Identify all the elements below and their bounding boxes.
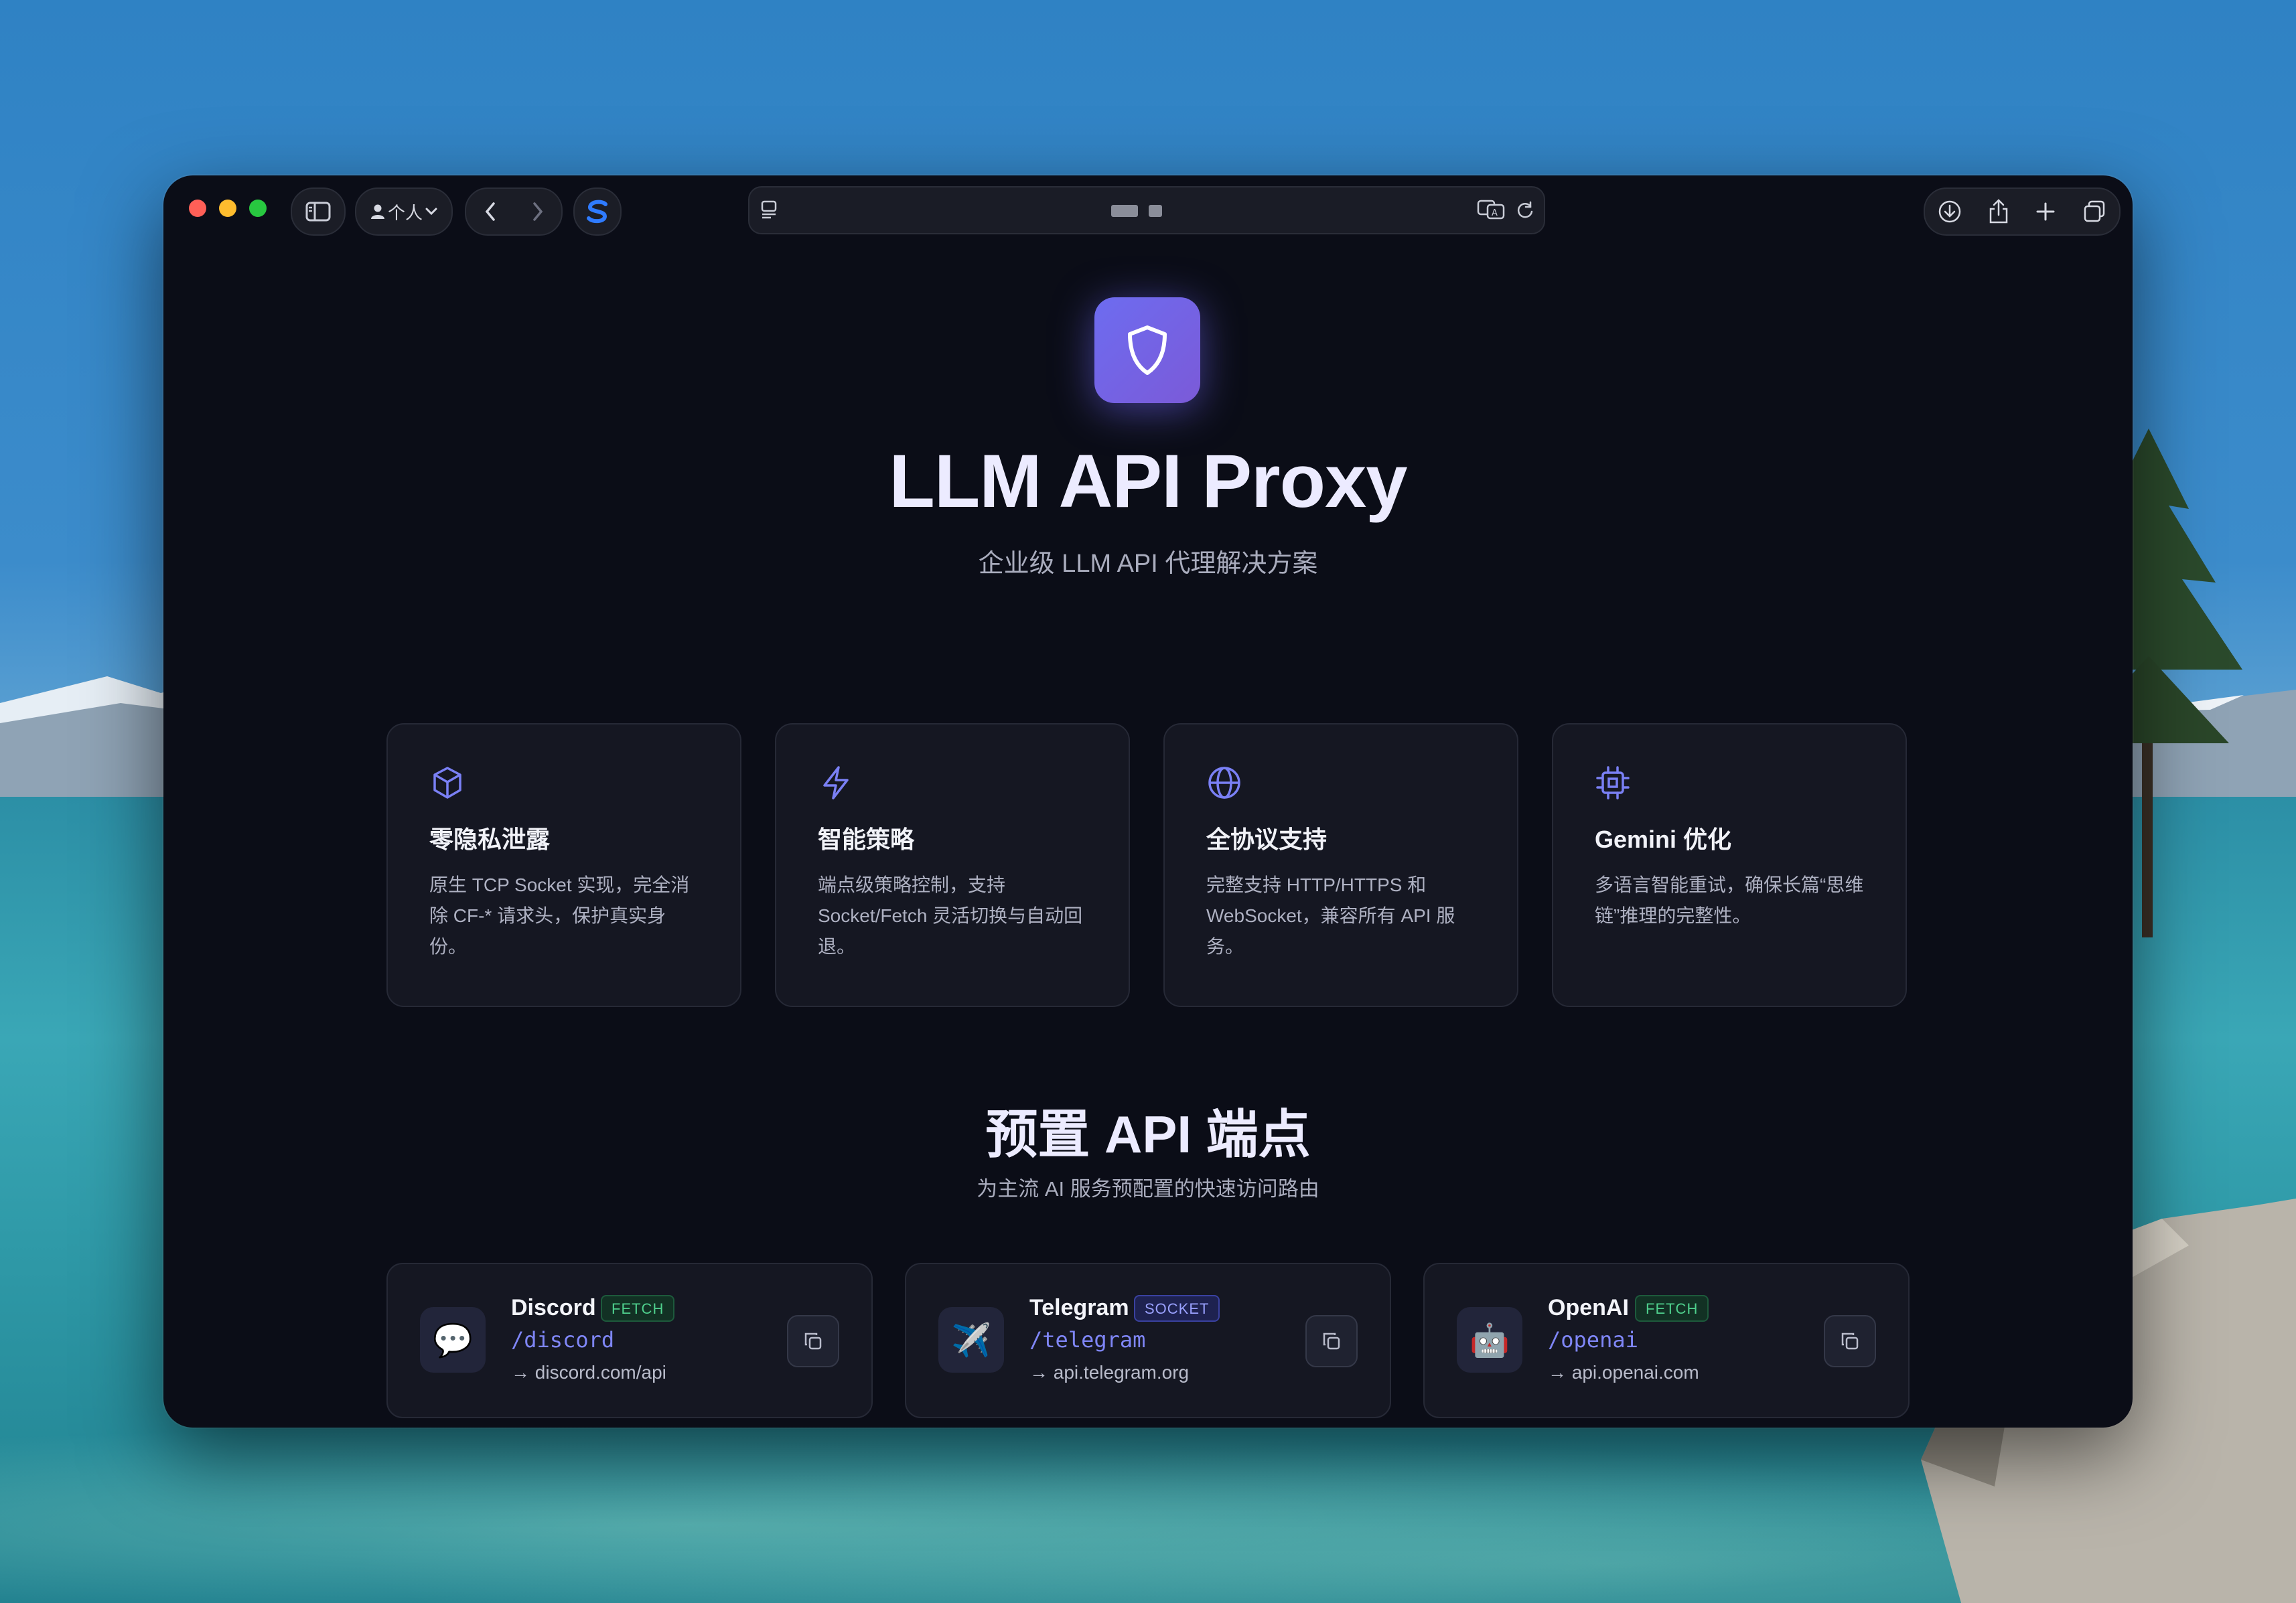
method-badge: SOCKET	[1134, 1295, 1220, 1322]
endpoint-name: Telegram	[1029, 1295, 1129, 1320]
profile-menu-button[interactable]: 个人	[355, 187, 453, 236]
feature-card-gemini: Gemini 优化 多语言智能重试，确保长篇“思维链”推理的完整性。	[1552, 723, 1907, 1007]
endpoint-path: /telegram	[1029, 1327, 1146, 1353]
address-bar[interactable]: A	[748, 186, 1545, 234]
app-logo	[1094, 297, 1200, 403]
toolbar-right-group	[1924, 187, 2121, 236]
feature-description: 多语言智能重试，确保长篇“思维链”推理的完整性。	[1595, 874, 1864, 926]
browser-toolbar: 个人 A	[163, 175, 2133, 242]
copy-button[interactable]	[787, 1315, 839, 1367]
download-icon[interactable]	[1938, 200, 1962, 224]
feature-description: 端点级策略控制，支持 Socket/Fetch 灵活切换与自动回退。	[818, 874, 1083, 957]
globe-icon	[1208, 767, 1240, 799]
forward-arrow-icon[interactable]	[531, 201, 545, 222]
reload-icon[interactable]	[1516, 201, 1534, 220]
feature-card-privacy: 零隐私泄露 原生 TCP Socket 实现，完全消除 CF-* 请求头，保护真…	[386, 723, 741, 1007]
feature-description: 完整支持 HTTP/HTTPS 和 WebSocket，兼容所有 API 服务。	[1206, 874, 1455, 957]
lightning-icon	[823, 766, 849, 799]
browser-window: 个人 A LLM API Proxy 企业级 LLM API 代理解决方案 零隐…	[163, 175, 2133, 1428]
method-badge: FETCH	[601, 1295, 675, 1322]
svg-text:A: A	[1492, 208, 1498, 218]
cube-icon	[433, 767, 461, 799]
feature-description: 原生 TCP Socket 实现，完全消除 CF-* 请求头，保护真实身份。	[429, 874, 690, 957]
feature-card-strategy: 智能策略 端点级策略控制，支持 Socket/Fetch 灵活切换与自动回退。	[775, 723, 1130, 1007]
profile-label: 个人	[387, 202, 423, 223]
redacted-url	[1111, 205, 1162, 217]
sidebar-toggle-button[interactable]	[291, 187, 346, 236]
page-subtitle: 企业级 LLM API 代理解决方案	[978, 550, 1318, 578]
feature-title: 全协议支持	[1206, 826, 1328, 853]
endpoint-path: /discord	[511, 1327, 615, 1353]
extension-s-icon	[587, 200, 607, 224]
endpoint-name: Discord	[511, 1295, 596, 1320]
feature-card-protocols: 全协议支持 完整支持 HTTP/HTTPS 和 WebSocket，兼容所有 A…	[1163, 723, 1518, 1007]
section-subtitle: 为主流 AI 服务预配置的快速访问路由	[977, 1177, 1319, 1201]
copy-icon	[1841, 1332, 1859, 1350]
endpoint-card-discord[interactable]: 💬 Discord FETCH /discord → discord.com/a…	[386, 1263, 873, 1418]
feature-title: 零隐私泄露	[429, 826, 551, 853]
history-nav	[465, 187, 563, 236]
feature-title: 智能策略	[818, 826, 915, 853]
share-icon[interactable]	[1988, 199, 2009, 224]
method-badge: FETCH	[1635, 1295, 1709, 1322]
minimize-window-button[interactable]	[219, 200, 236, 217]
endpoint-path: /openai	[1548, 1327, 1638, 1353]
endpoint-card-openai[interactable]: 🤖 OpenAI FETCH /openai → api.openai.com	[1423, 1263, 1910, 1418]
tab-overview-icon[interactable]	[2082, 200, 2106, 224]
shield-icon	[1128, 325, 1167, 375]
person-icon	[370, 204, 384, 219]
zoom-window-button[interactable]	[249, 200, 267, 217]
robot-icon: 🤖	[1457, 1307, 1522, 1373]
sidebar-icon	[305, 202, 331, 222]
page-menu-icon[interactable]	[760, 200, 779, 220]
back-arrow-icon[interactable]	[484, 201, 497, 222]
translate-icon[interactable]: A	[1477, 200, 1505, 220]
chat-bubble-icon: 💬	[420, 1307, 486, 1373]
copy-button[interactable]	[1305, 1315, 1358, 1367]
endpoint-target: → api.telegram.org	[1029, 1362, 1190, 1383]
close-window-button[interactable]	[189, 200, 206, 217]
extension-button[interactable]	[573, 187, 622, 236]
section-title: 预置 API 端点	[985, 1105, 1311, 1164]
chevron-down-icon	[425, 208, 437, 216]
endpoint-name: OpenAI	[1548, 1295, 1629, 1320]
copy-button[interactable]	[1824, 1315, 1876, 1367]
endpoint-card-telegram[interactable]: ✈️ Telegram SOCKET /telegram → api.teleg…	[905, 1263, 1391, 1418]
airplane-icon: ✈️	[938, 1307, 1004, 1373]
chip-icon	[1596, 766, 1630, 799]
copy-icon	[804, 1332, 822, 1350]
copy-icon	[1323, 1332, 1340, 1350]
new-tab-plus-icon[interactable]	[2035, 201, 2056, 222]
endpoint-target: → discord.com/api	[511, 1362, 666, 1383]
endpoint-target: → api.openai.com	[1548, 1362, 1699, 1383]
feature-title: Gemini 优化	[1595, 826, 1732, 853]
page-title: LLM API Proxy	[889, 439, 1407, 523]
